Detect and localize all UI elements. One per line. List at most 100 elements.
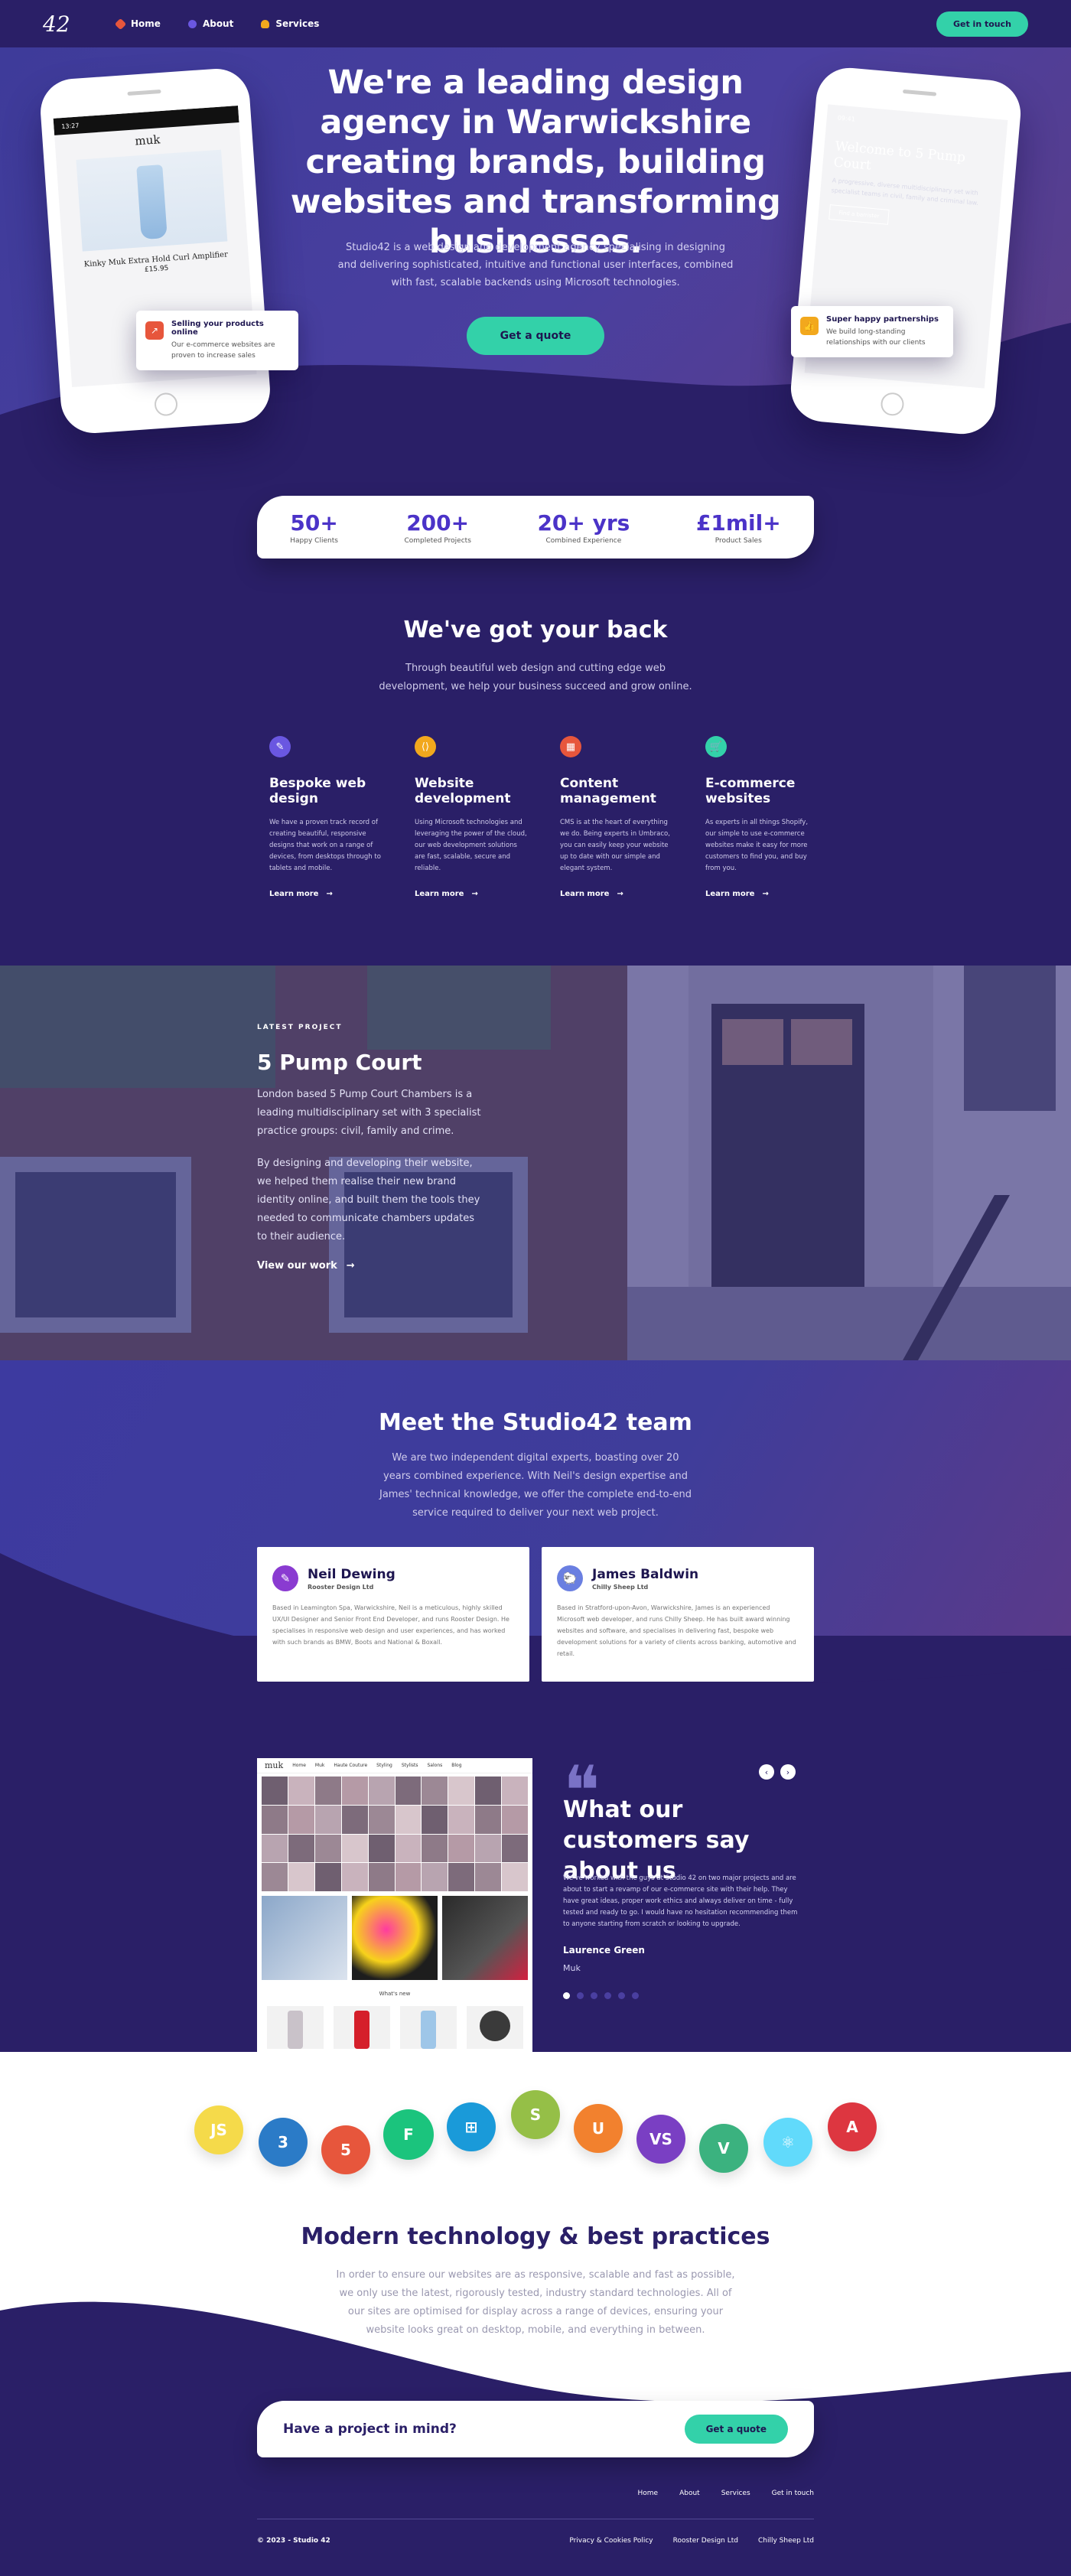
mosaic-photo (341, 1834, 368, 1863)
mosaic-photo (262, 1805, 288, 1834)
stats-bar: 50+ Happy Clients 200+ Completed Projects … (257, 496, 814, 559)
nav-link-home[interactable]: Home (114, 18, 161, 30)
stat-value: £1mil+ (695, 510, 781, 536)
figma-icon: F (383, 2109, 434, 2160)
view-our-work-link[interactable]: View our work → (257, 1260, 487, 1272)
link-label: Learn more (560, 890, 610, 898)
mosaic-photo (368, 1805, 395, 1834)
chevron-right-icon[interactable]: › (780, 1764, 796, 1780)
team-text: We are two independent digital experts, … (379, 1452, 692, 1519)
link-label: Learn more (415, 890, 464, 898)
shot-footer: What's new (379, 1991, 411, 1997)
testimonial-quote: We've worked with the guys at Studio 42 … (563, 1874, 798, 1928)
carousel-dot[interactable] (618, 1992, 625, 1999)
mosaic-photo (448, 1805, 475, 1834)
mosaic-photo (422, 1776, 448, 1805)
mosaic-photo (502, 1805, 528, 1834)
carousel-dot[interactable] (577, 1992, 584, 1999)
service-website-development: ⟨⟩ Website development Using Microsoft t… (415, 736, 529, 898)
footer-link-home[interactable]: Home (638, 2490, 659, 2497)
logo[interactable]: 42 (43, 11, 89, 37)
note-text: We build long-standing relationships wit… (826, 328, 926, 347)
photo-mosaic (262, 1776, 528, 1891)
stat-item: 20+ yrs Combined Experience (537, 510, 630, 545)
tech-title: Modern technology & best practices (301, 2223, 770, 2250)
member-role: Chilly Sheep Ltd (592, 1583, 649, 1591)
learn-more-link[interactable]: Learn more → (705, 890, 820, 898)
testimonial-name: Laurence Green (563, 1945, 645, 1956)
service-bespoke-web-design: ✎ Bespoke web design We have a proven tr… (269, 736, 384, 898)
carousel-dot[interactable] (591, 1992, 597, 1999)
mosaic-photo (422, 1805, 448, 1834)
learn-more-link[interactable]: Learn more → (560, 890, 675, 898)
chilly-sheep-link[interactable]: Chilly Sheep Ltd (758, 2537, 814, 2545)
footer-link-services[interactable]: Services (721, 2490, 750, 2497)
windows-icon: ⊞ (447, 2102, 496, 2151)
footer-link-about[interactable]: About (679, 2490, 700, 2497)
mosaic-photo (341, 1863, 368, 1891)
avatar: ✎ (272, 1565, 298, 1591)
carousel-dot[interactable] (632, 1992, 639, 1999)
service-text: CMS is at the heart of everything we do.… (560, 819, 670, 872)
learn-more-link[interactable]: Learn more → (415, 890, 529, 898)
shot-product (399, 2006, 457, 2049)
shot-product (466, 2006, 523, 2049)
shot-nav-item: Salons (427, 1763, 443, 1768)
mosaic-photo (422, 1863, 448, 1891)
nav-link-label: Home (131, 18, 161, 29)
mosaic-photo (288, 1776, 314, 1805)
stat-item: 50+ Happy Clients (290, 510, 338, 545)
mosaic-photo (502, 1834, 528, 1863)
status-time: 09:41 (837, 114, 856, 123)
mosaic-photo (314, 1776, 341, 1805)
shot-product (333, 2006, 390, 2049)
shot-tile (352, 1896, 438, 1980)
mosaic-photo (448, 1776, 475, 1805)
nav-link-label: About (202, 18, 234, 29)
code-icon: ⟨⟩ (415, 736, 436, 757)
visualstudio-icon: VS (636, 2115, 685, 2164)
mosaic-photo (422, 1834, 448, 1863)
get-in-touch-button[interactable]: Get in touch (936, 11, 1028, 37)
rooster-design-link[interactable]: Rooster Design Ltd (673, 2537, 738, 2545)
mosaic-photo (368, 1834, 395, 1863)
privacy-link[interactable]: Privacy & Cookies Policy (569, 2537, 653, 2545)
stat-label: Happy Clients (290, 536, 338, 545)
get-a-quote-button[interactable]: Get a quote (684, 2415, 788, 2444)
nav-link-about[interactable]: About (187, 18, 234, 29)
thumbs-up-icon: 👍 (800, 317, 819, 335)
carousel-dot[interactable] (604, 1992, 611, 1999)
mosaic-photo (368, 1776, 395, 1805)
services-text: Through beautiful web design and cutting… (379, 663, 692, 692)
product-image (76, 149, 228, 252)
mosaic-photo (502, 1863, 528, 1891)
nav-links: Home About Services (114, 18, 319, 30)
learn-more-link[interactable]: Learn more → (269, 890, 384, 898)
service-title: Bespoke web design (269, 776, 366, 806)
footer-links: Home About Services Get in touch (0, 2490, 815, 2497)
mosaic-photo (475, 1863, 502, 1891)
services-icon (261, 19, 270, 28)
chevron-left-icon[interactable]: ‹ (759, 1764, 774, 1780)
service-title: E-commerce websites (705, 776, 796, 806)
angular-icon: A (828, 2102, 877, 2151)
shot-tile (262, 1896, 347, 1980)
arrow-right-icon: → (471, 890, 478, 898)
card-head: 🐑 James Baldwin Chilly Sheep Ltd (557, 1565, 799, 1591)
footer-link-contact[interactable]: Get in touch (772, 2490, 814, 2497)
cta-title: Have a project in mind? (283, 2421, 457, 2437)
arrow-right-icon: → (762, 890, 769, 898)
carousel-arrows: ‹ › (759, 1764, 796, 1780)
shot-nav-item: Blog (451, 1763, 462, 1768)
mosaic-photo (262, 1834, 288, 1863)
html5-icon: 5 (321, 2125, 370, 2174)
project-cta: Have a project in mind? Get a quote (257, 2401, 814, 2457)
carousel-dot[interactable] (563, 1992, 570, 1999)
footer-legal-links: Privacy & Cookies Policy Rooster Design … (0, 2537, 814, 2545)
get-a-quote-button[interactable]: Get a quote (467, 317, 604, 355)
mosaic-photo (502, 1776, 528, 1805)
nav-link-services[interactable]: Services (261, 18, 319, 29)
mosaic-photo (262, 1863, 288, 1891)
chart-icon: ↗ (145, 321, 164, 340)
mosaic-photo (475, 1834, 502, 1863)
